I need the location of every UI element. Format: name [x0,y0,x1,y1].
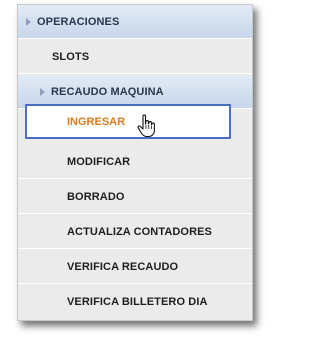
menu-panel: OPERACIONES SLOTS RECAUDO MAQUINA MODIFI… [17,4,253,321]
menu-item-borrado[interactable]: BORRADO [18,180,252,214]
triangle-right-icon [40,87,45,96]
menu-header-operaciones[interactable]: OPERACIONES [18,5,252,39]
menu-item-verifica-billetero-dia[interactable]: VERIFICA BILLETERO DIA [18,285,252,319]
menu-item-label: BORRADO [67,190,125,203]
menu-subheader-label: RECAUDO MAQUINA [51,85,164,98]
menu-item-label: VERIFICA BILLETERO DIA [67,296,208,308]
menu-item-slots[interactable]: SLOTS [18,40,252,74]
menu-item-label: VERIFICA RECAUDO [67,260,179,273]
menu-item-ingresar[interactable]: INGRESAR [25,104,231,139]
menu-item-verifica-recaudo[interactable]: VERIFICA RECAUDO [18,250,252,284]
menu-item-actualiza-contadores[interactable]: ACTUALIZA CONTADORES [18,215,252,249]
hand-pointer-icon [137,114,155,138]
menu-item-label: SLOTS [52,50,90,63]
menu-item-label-active: INGRESAR [67,115,126,128]
triangle-right-icon [26,17,31,26]
menu-item-label: ACTUALIZA CONTADORES [67,225,212,238]
menu-item-modificar[interactable]: MODIFICAR [18,145,252,179]
menu-header-label: OPERACIONES [37,15,120,28]
menu-item-label: MODIFICAR [67,155,131,168]
